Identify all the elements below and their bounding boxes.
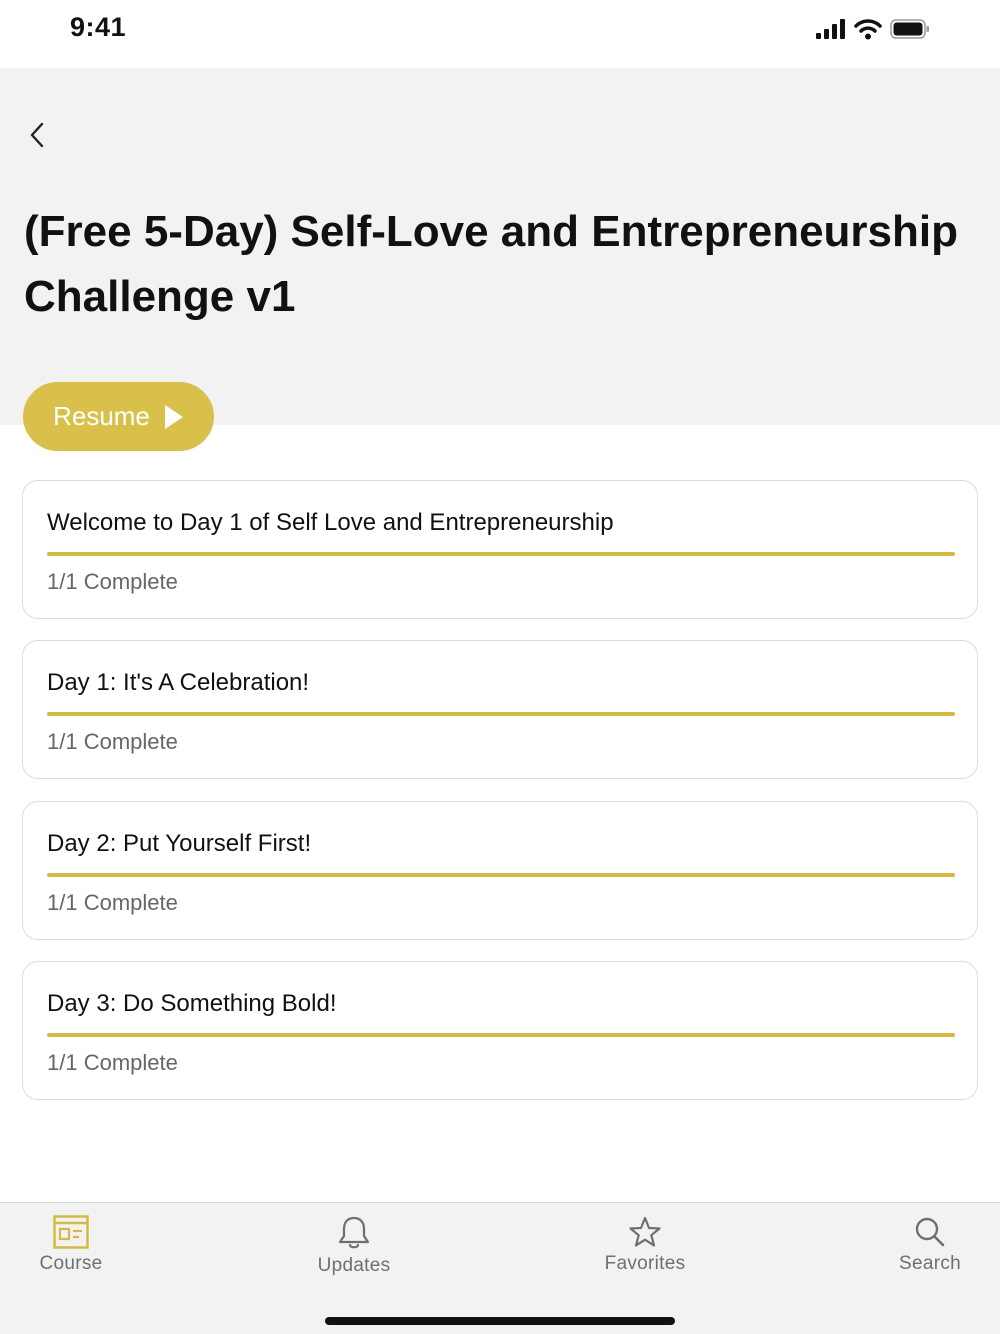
cellular-signal-icon <box>816 19 845 39</box>
chevron-left-icon <box>30 122 44 148</box>
status-bar: 9:41 <box>0 0 1000 68</box>
bell-icon <box>338 1216 370 1249</box>
lesson-progress-fill <box>47 712 955 716</box>
tab-search[interactable]: Search <box>890 1215 970 1275</box>
status-icons <box>816 18 930 40</box>
lesson-progress-bar <box>47 1033 955 1037</box>
lesson-status: 1/1 Complete <box>47 729 178 754</box>
lesson-progress-fill <box>47 873 955 877</box>
lesson-progress-fill <box>47 1033 955 1037</box>
lesson-card[interactable]: Welcome to Day 1 of Self Love and Entrep… <box>22 480 978 619</box>
tab-course[interactable]: Course <box>30 1215 112 1275</box>
lesson-progress-bar <box>47 712 955 716</box>
home-indicator[interactable] <box>325 1317 675 1325</box>
lesson-title: Welcome to Day 1 of Self Love and Entrep… <box>47 509 614 536</box>
lesson-card[interactable]: Day 1: It's A Celebration! 1/1 Complete <box>22 640 978 779</box>
lesson-title: Day 1: It's A Celebration! <box>47 669 310 696</box>
tab-label: Updates <box>317 1255 391 1276</box>
lesson-progress-bar <box>47 873 955 877</box>
tab-favorites[interactable]: Favorites <box>598 1215 692 1275</box>
wifi-icon <box>854 19 882 40</box>
lesson-card[interactable]: Day 2: Put Yourself First! 1/1 Complete <box>22 801 978 940</box>
search-icon <box>915 1217 945 1247</box>
resume-button[interactable]: Resume <box>23 382 214 451</box>
lesson-card[interactable]: Day 3: Do Something Bold! 1/1 Complete <box>22 961 978 1100</box>
resume-label: Resume <box>53 401 150 431</box>
lesson-title: Day 3: Do Something Bold! <box>47 990 337 1017</box>
tab-label: Favorites <box>604 1253 686 1274</box>
battery-icon <box>890 19 929 39</box>
back-button[interactable] <box>22 118 52 152</box>
lesson-progress-bar <box>47 552 955 556</box>
lesson-status: 1/1 Complete <box>47 890 178 915</box>
tab-bar: Course Updates Favorites Search <box>0 1202 1000 1334</box>
lesson-progress-fill <box>47 552 955 556</box>
tab-label: Course <box>39 1253 103 1274</box>
play-icon <box>164 404 183 429</box>
status-time: 9:41 <box>70 12 127 42</box>
tab-updates[interactable]: Updates <box>310 1215 398 1277</box>
course-icon <box>53 1215 89 1249</box>
tab-label: Search <box>898 1253 961 1274</box>
lesson-status: 1/1 Complete <box>47 1050 178 1075</box>
course-header: (Free 5-Day) Self-Love and Entrepreneurs… <box>0 68 1000 425</box>
star-icon <box>629 1216 661 1247</box>
lesson-title: Day 2: Put Yourself First! <box>47 830 312 857</box>
lesson-status: 1/1 Complete <box>47 569 178 594</box>
course-title: (Free 5-Day) Self-Love and Entrepreneurs… <box>24 207 958 321</box>
